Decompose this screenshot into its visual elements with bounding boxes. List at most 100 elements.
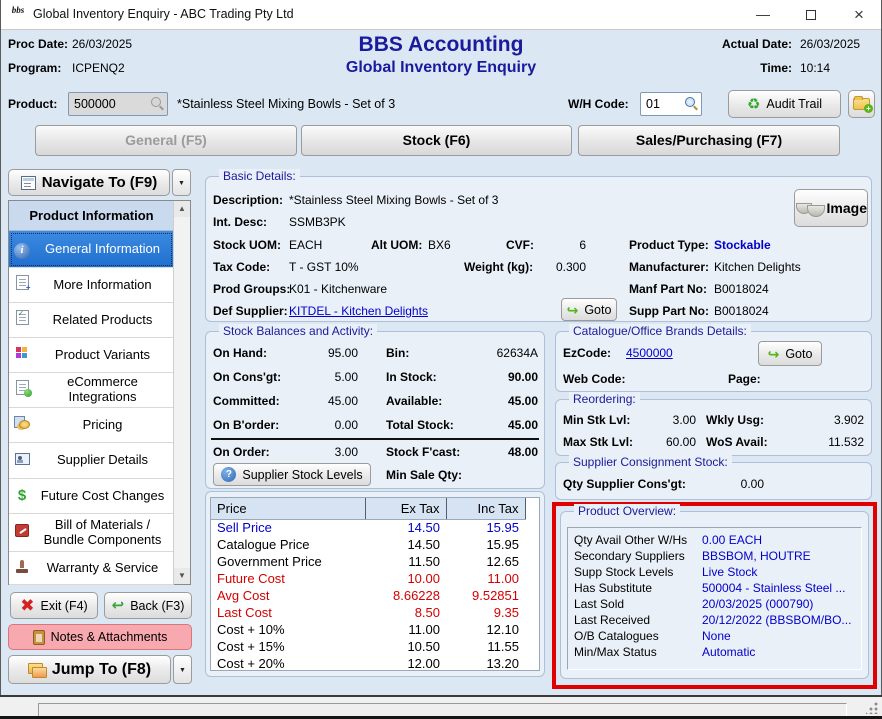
close-button[interactable]: × (836, 0, 882, 29)
sidebar-item-more-information[interactable]: + More Information (9, 268, 174, 303)
basic-details-legend: Basic Details: (219, 169, 300, 183)
qty-avail-other-whs-label: Qty Avail Other W/Hs (574, 533, 687, 547)
resize-grip[interactable] (866, 702, 878, 714)
back-button[interactable]: ↩ Back (F3) (104, 592, 192, 619)
in-stock-value: 90.00 (456, 370, 538, 384)
back-arrow-icon: ↩ (112, 598, 125, 613)
ob-catalogues-value: None (702, 629, 731, 643)
time-label: Time: (760, 61, 792, 75)
sidebar-item-ecommerce-integrations[interactable]: eCommerce Integrations (9, 373, 174, 408)
alt-uom-label: Alt UOM: (371, 238, 422, 252)
application-window: bbs Global Inventory Enquiry - ABC Tradi… (0, 0, 882, 719)
table-row-cost-15[interactable]: Cost + 15%10.5011.55 (211, 638, 525, 655)
total-stock-label: Total Stock: (386, 418, 454, 432)
sidebar-item-general-information[interactable]: i General Information (9, 231, 174, 268)
stock-balances-group: Stock Balances and Activity: On Hand: 95… (205, 331, 545, 489)
manf-part-label: Manf Part No: (629, 282, 707, 296)
program-value: ICPENQ2 (72, 61, 125, 75)
jump-to-dropdown[interactable]: ▼ (173, 655, 192, 684)
tab-sales-purchasing[interactable]: Sales/Purchasing (F7) (578, 125, 840, 156)
proc-date-label: Proc Date: (8, 37, 68, 51)
sidebar-scrollbar[interactable]: ▲ ▼ (173, 201, 190, 584)
sidebar-item-warranty-service[interactable]: Warranty & Service (9, 552, 174, 585)
bin-label: Bin: (386, 346, 409, 360)
ezcode-label: EzCode: (563, 346, 611, 360)
scroll-up-icon[interactable]: ▲ (174, 201, 190, 217)
on-order-value: 3.00 (296, 445, 358, 459)
product-type-value: Stockable (714, 238, 771, 252)
def-supplier-link[interactable]: KITDEL - Kitchen Delights (289, 304, 428, 318)
product-input-wrap (68, 92, 168, 116)
product-search-icon[interactable] (151, 97, 164, 110)
table-row-avg-cost[interactable]: Avg Cost8.662289.52851 (211, 587, 525, 604)
app-icon: bbs (9, 6, 27, 24)
price-table-header: Price Ex Tax Inc Tax (211, 498, 525, 519)
last-received-label: Last Received (574, 613, 650, 627)
tax-code-value: T - GST 10% (289, 260, 359, 274)
image-button[interactable]: Image (794, 189, 868, 227)
maximize-icon (806, 10, 816, 20)
qty-avail-other-whs-value: 0.00 EACH (702, 533, 762, 547)
table-row-cost-10[interactable]: Cost + 10%11.0012.10 (211, 621, 525, 638)
price-table: Price Ex Tax Inc Tax Sell Price14.5015.9… (210, 497, 540, 671)
page-label: Page: (728, 372, 761, 386)
wkly-usg-value: 3.902 (796, 413, 864, 427)
navigate-to-dropdown[interactable]: ▼ (172, 169, 191, 196)
notes-attachments-button[interactable]: Notes & Attachments (8, 624, 192, 650)
question-icon: ? (221, 467, 236, 482)
minimize-icon: — (756, 6, 770, 22)
min-sale-qty-label: Min Sale Qty: (386, 468, 462, 482)
sidebar-item-future-cost-changes[interactable]: $ Future Cost Changes (9, 479, 174, 514)
table-row-catalogue-price[interactable]: Catalogue Price14.5015.95 (211, 536, 525, 553)
notes-label: Notes & Attachments (51, 630, 168, 644)
ezcode-goto-button[interactable]: ↪ Goto (758, 341, 822, 366)
jump-folders-icon (28, 663, 46, 677)
weight-label: Weight (kg): (464, 260, 533, 274)
table-row-last-cost[interactable]: Last Cost8.509.35 (211, 604, 525, 621)
cvf-label: CVF: (506, 238, 534, 252)
product-label: Product: (8, 97, 57, 111)
table-row-future-cost[interactable]: Future Cost10.0011.00 (211, 570, 525, 587)
sidebar-item-product-variants[interactable]: Product Variants (9, 338, 174, 373)
wh-code-search-icon[interactable] (685, 97, 698, 110)
table-row-cost-20[interactable]: Cost + 20%12.0013.20 (211, 655, 525, 671)
secondary-suppliers-label: Secondary Suppliers (574, 549, 685, 563)
prod-groups-label: Prod Groups: (213, 282, 290, 296)
ezcode-link[interactable]: 4500000 (626, 346, 673, 360)
catalogue-legend: Catalogue/Office Brands Details: (569, 324, 751, 338)
def-supplier-goto-button[interactable]: ↪ Goto (561, 298, 617, 321)
sidebar-item-pricing[interactable]: Pricing (9, 408, 174, 443)
product-description: *Stainless Steel Mixing Bowls - Set of 3 (177, 97, 395, 111)
wh-code-input-wrap (640, 92, 702, 116)
supp-part-value: B0018024 (714, 304, 769, 318)
total-stock-value: 45.00 (456, 418, 538, 432)
tab-general[interactable]: General (F5) (35, 125, 297, 156)
table-row-government-price[interactable]: Government Price11.5012.65 (211, 553, 525, 570)
sidebar-item-supplier-details[interactable]: Supplier Details (9, 443, 174, 479)
checklist-icon: ✓ (13, 310, 31, 330)
navigate-to-button[interactable]: Navigate To (F9) (8, 169, 170, 196)
supp-part-label: Supp Part No: (629, 304, 709, 318)
col-ex-tax: Ex Tax (365, 498, 446, 519)
sidebar-item-bill-of-materials[interactable]: Bill of Materials / Bundle Components (9, 514, 174, 552)
exit-label: Exit (F4) (41, 599, 88, 613)
audit-trail-button[interactable]: ♻ Audit Trail (728, 90, 841, 118)
catalogue-group: Catalogue/Office Brands Details: EzCode:… (555, 331, 872, 392)
supplier-stock-levels-button[interactable]: ? Supplier Stock Levels (213, 463, 371, 486)
on-consgt-label: On Cons'gt: (213, 370, 281, 384)
minimize-button[interactable]: — (740, 0, 786, 29)
attachments-folder-button[interactable]: + (848, 90, 875, 118)
sidebar-item-related-products[interactable]: ✓ Related Products (9, 303, 174, 338)
app-title: BBS Accounting (200, 33, 682, 57)
maximize-button[interactable] (788, 0, 834, 29)
jump-to-button[interactable]: Jump To (F8) (8, 655, 171, 684)
exit-button[interactable]: ✖ Exit (F4) (10, 592, 98, 619)
tab-stock[interactable]: Stock (F6) (301, 125, 572, 156)
product-overview-group: Product Overview: Qty Avail Other W/Hs 0… (560, 511, 869, 679)
title-bar: bbs Global Inventory Enquiry - ABC Tradi… (1, 0, 881, 30)
table-row-sell-price[interactable]: Sell Price14.5015.95 (211, 519, 525, 536)
wos-avail-label: WoS Avail: (706, 435, 768, 449)
scroll-down-icon[interactable]: ▼ (174, 568, 190, 584)
sidebar-nav-list: Product Information i General Informatio… (8, 200, 191, 585)
price-table-group: Price Ex Tax Inc Tax Sell Price14.5015.9… (205, 491, 545, 677)
